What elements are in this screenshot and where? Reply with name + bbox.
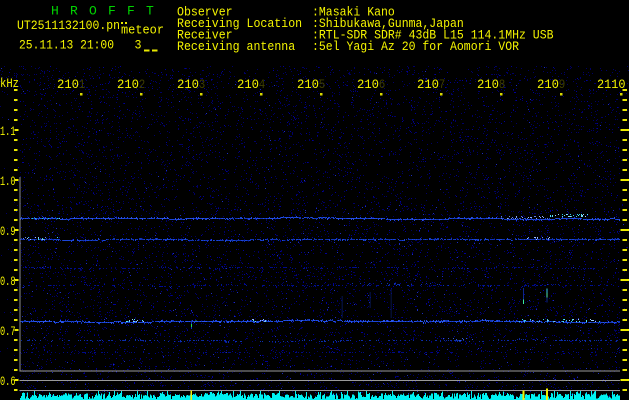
svg-text:O: O <box>89 4 97 19</box>
svg-text:210: 210 <box>237 77 259 92</box>
svg-text:210: 210 <box>297 77 319 92</box>
svg-text:F: F <box>127 4 135 19</box>
svg-text:UT2511132100.pn: UT2511132100.pn <box>17 18 120 33</box>
svg-text:2: 2 <box>139 77 146 92</box>
svg-text:9: 9 <box>559 77 566 92</box>
svg-text:210: 210 <box>357 77 379 92</box>
svg-text:6: 6 <box>379 77 386 92</box>
svg-text:F: F <box>108 4 116 19</box>
svg-text:5: 5 <box>319 77 326 92</box>
svg-text:H: H <box>51 4 59 19</box>
svg-text:25.11.13 21:00: 25.11.13 21:00 <box>19 37 114 52</box>
svg-text:1.1: 1.1 <box>0 124 16 139</box>
svg-text:Receiving antenna: Receiving antenna <box>177 39 295 54</box>
svg-text:0.8: 0.8 <box>0 274 16 289</box>
svg-text:3: 3 <box>199 77 206 92</box>
svg-text:210: 210 <box>537 77 559 92</box>
svg-text:8: 8 <box>499 77 506 92</box>
svg-text::5el Yagi Az 20 for Aomori VOR: :5el Yagi Az 20 for Aomori VOR <box>312 39 519 54</box>
svg-text:210: 210 <box>477 77 499 92</box>
svg-text:210: 210 <box>417 77 439 92</box>
svg-text:0.9: 0.9 <box>0 224 16 239</box>
svg-text:210: 210 <box>177 77 199 92</box>
svg-text:R: R <box>70 4 78 19</box>
svg-text:210: 210 <box>117 77 139 92</box>
svg-text:2110: 2110 <box>597 77 626 92</box>
svg-text:3: 3 <box>135 37 142 52</box>
svg-text:T: T <box>146 4 154 19</box>
svg-text:210: 210 <box>57 77 79 92</box>
svg-text:meteor: meteor <box>121 23 164 38</box>
svg-text:7: 7 <box>439 77 446 92</box>
svg-text:1.0: 1.0 <box>0 174 16 189</box>
svg-text:4: 4 <box>259 77 266 92</box>
svg-text:kHz: kHz <box>0 76 19 91</box>
svg-text:0.6: 0.6 <box>0 374 16 389</box>
svg-text:1: 1 <box>79 77 86 92</box>
svg-text:0.7: 0.7 <box>0 324 16 339</box>
